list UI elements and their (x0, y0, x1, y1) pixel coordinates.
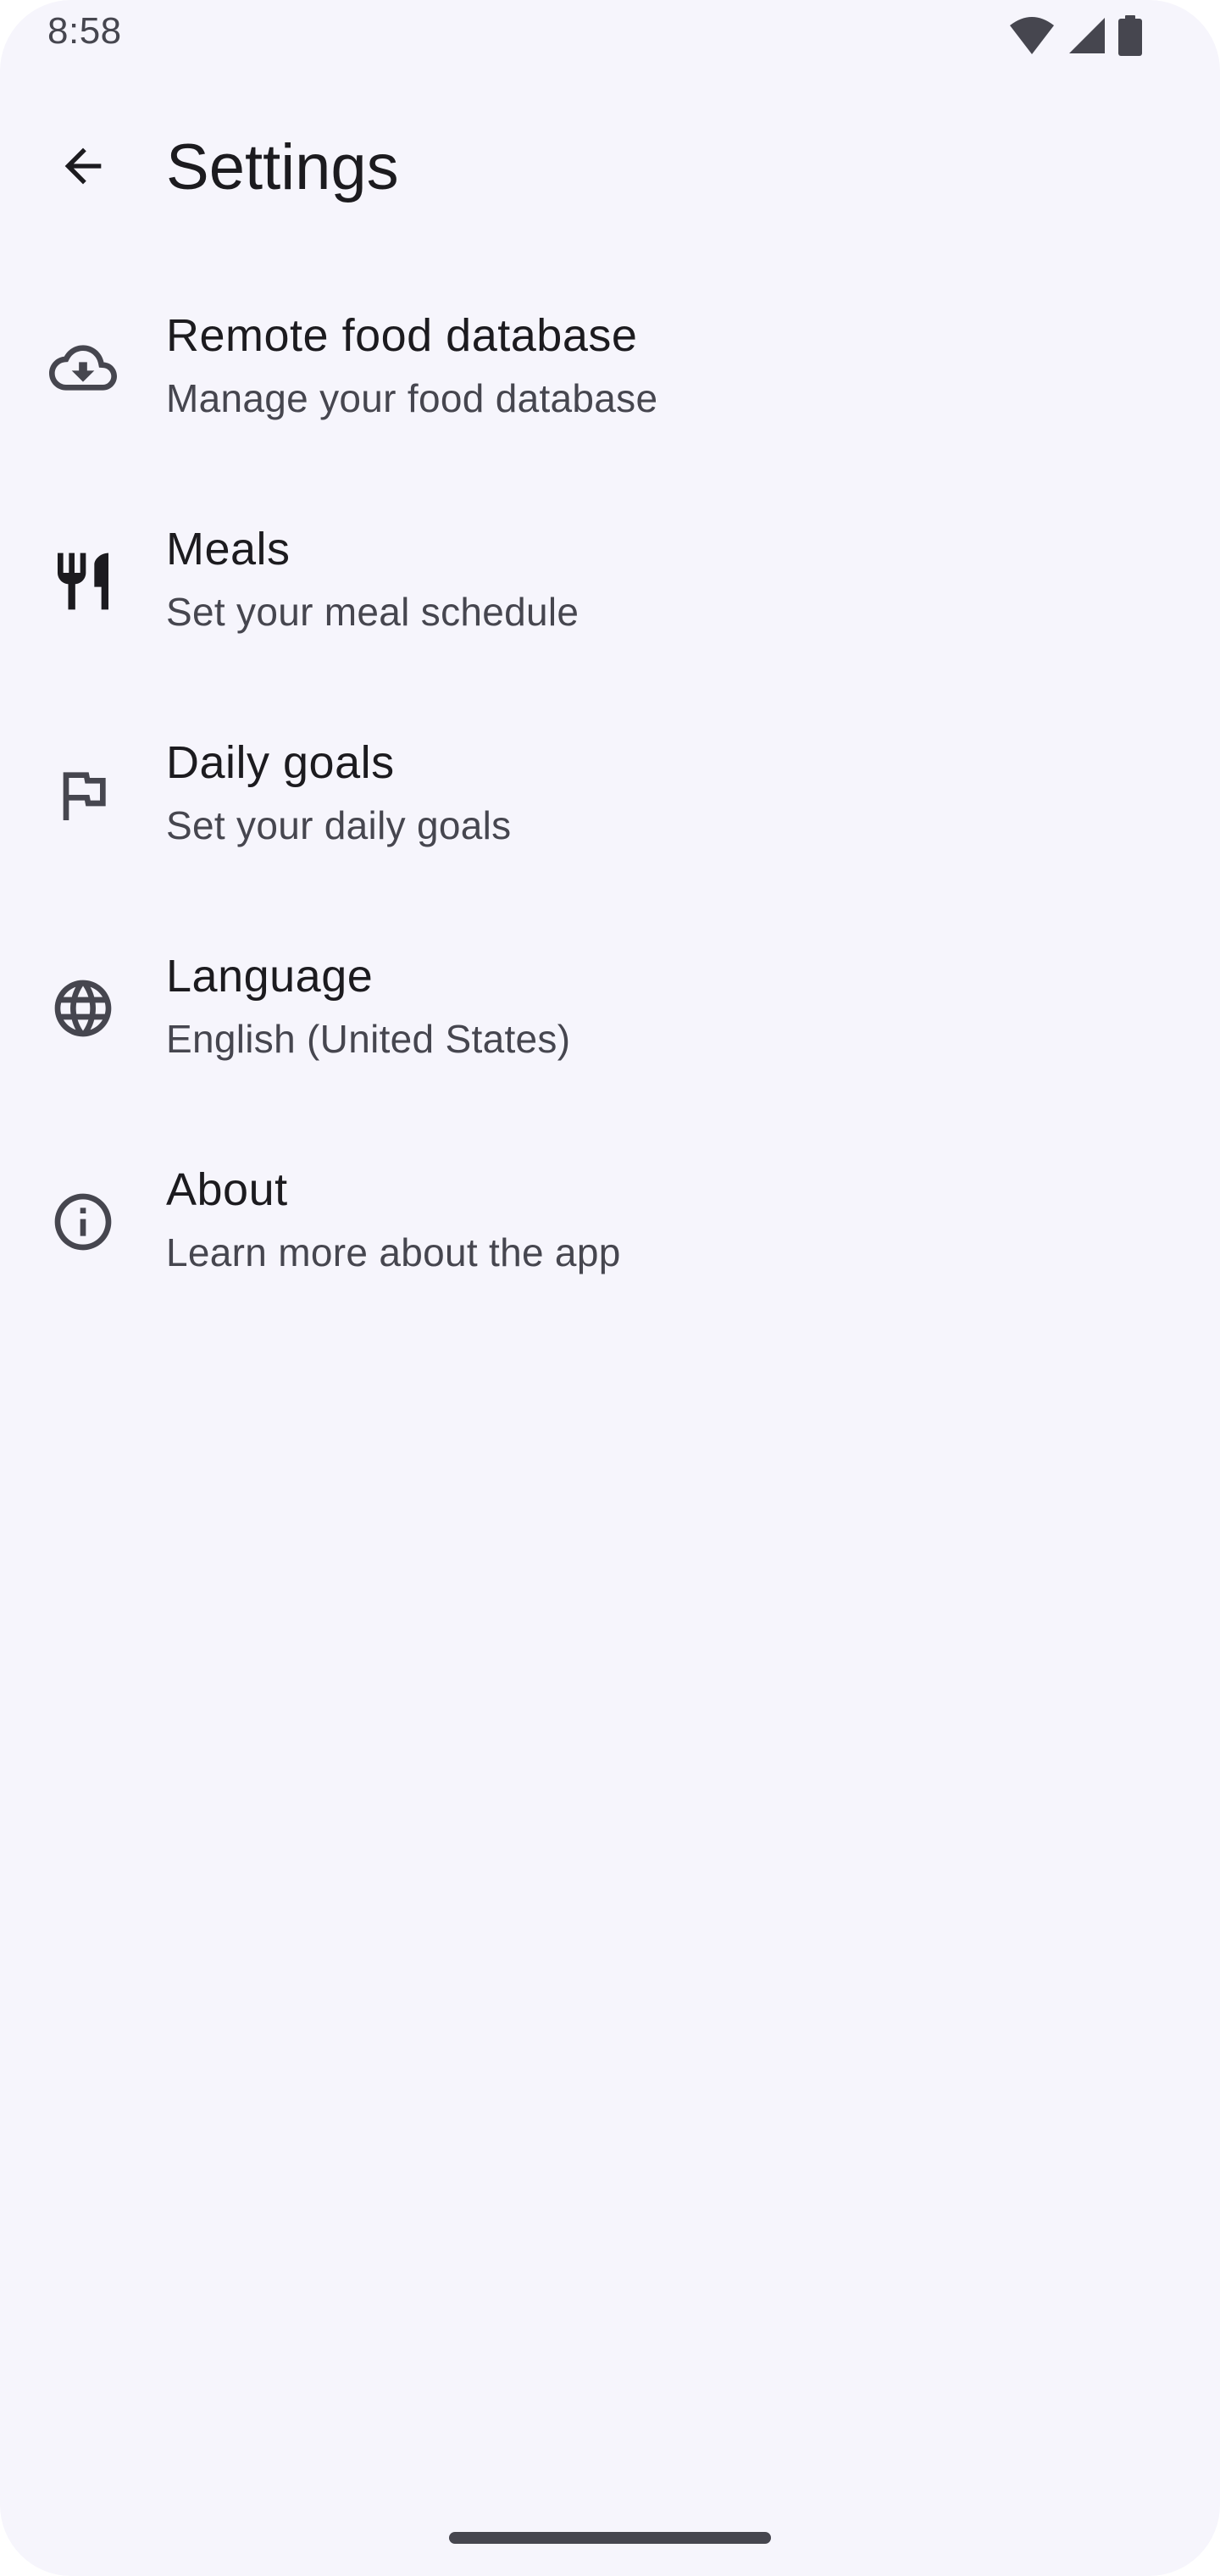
back-button[interactable] (42, 127, 124, 208)
gesture-nav-handle[interactable] (449, 2532, 771, 2544)
settings-item-title: About (166, 1164, 288, 1215)
settings-item-daily-goals[interactable]: Daily goals Set your daily goals (0, 707, 1220, 920)
status-bar: 8:58 (0, 0, 1220, 71)
flag-icon (47, 759, 119, 830)
cloud-download-icon (47, 332, 119, 403)
settings-screen: 8:58 Settings Remote food database Manag… (0, 0, 1220, 2576)
settings-item-title: Meals (166, 524, 291, 575)
settings-list: Remote food database Manage your food da… (0, 280, 1220, 1347)
settings-item-about[interactable]: About Learn more about the app (0, 1134, 1220, 1347)
info-icon (47, 1186, 119, 1257)
cellular-signal-icon (1068, 16, 1106, 55)
wifi-icon (1008, 15, 1056, 56)
battery-icon (1118, 15, 1142, 56)
settings-item-subtitle: English (United States) (166, 1017, 571, 1061)
settings-item-remote-food-database[interactable]: Remote food database Manage your food da… (0, 280, 1220, 493)
arrow-back-icon (56, 139, 110, 197)
settings-item-title: Remote food database (166, 310, 638, 361)
settings-item-title: Daily goals (166, 737, 395, 788)
status-icons (1008, 15, 1142, 56)
language-globe-icon (47, 973, 119, 1044)
settings-item-title: Language (166, 951, 374, 1002)
page-title: Settings (166, 131, 399, 203)
restaurant-icon (47, 546, 119, 617)
settings-item-subtitle: Manage your food database (166, 376, 658, 420)
settings-item-subtitle: Set your daily goals (166, 803, 512, 847)
settings-item-language[interactable]: Language English (United States) (0, 920, 1220, 1134)
settings-item-subtitle: Set your meal schedule (166, 590, 580, 634)
top-app-bar: Settings (0, 110, 1220, 220)
settings-item-subtitle: Learn more about the app (166, 1230, 621, 1274)
status-time: 8:58 (47, 10, 122, 52)
settings-item-meals[interactable]: Meals Set your meal schedule (0, 493, 1220, 707)
